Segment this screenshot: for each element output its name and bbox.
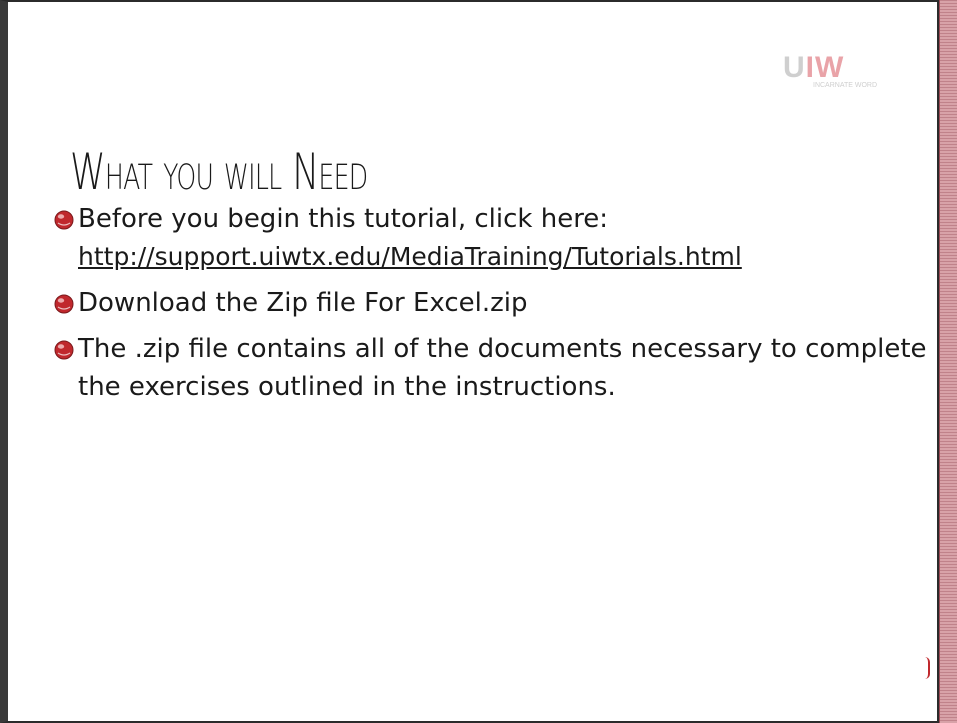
tutorials-link[interactable]: http://support.uiwtx.edu/MediaTraining/T… <box>78 238 742 276</box>
logo-mark-light: U <box>783 51 806 84</box>
sphere-bullet-icon <box>54 210 74 230</box>
logo-subtext: INCARNATE WORD <box>813 82 878 89</box>
bullet-item: Download the Zip file For Excel.zip <box>54 284 934 322</box>
logo-mark: UIW <box>783 53 844 83</box>
bullet-text: Download the Zip file For Excel.zip <box>78 288 528 318</box>
bullet-text: The .zip file contains all of the docume… <box>78 334 927 402</box>
logo-mark-accent: IW <box>805 51 845 84</box>
bullet-text: Before you begin this tutorial, click he… <box>78 204 609 234</box>
slide: UIW INCARNATE WORD What you will Need Be… <box>0 0 957 723</box>
corner-mark <box>925 657 930 679</box>
sphere-bullet-icon <box>54 340 74 360</box>
bullet-list: Before you begin this tutorial, click he… <box>54 200 934 414</box>
sphere-bullet-icon <box>54 294 74 314</box>
slide-title: What you will Need <box>70 143 368 201</box>
uiw-logo: UIW INCARNATE WORD <box>783 49 923 97</box>
right-edge-strip <box>939 0 957 723</box>
bullet-item: Before you begin this tutorial, click he… <box>54 200 934 276</box>
bullet-item: The .zip file contains all of the docume… <box>54 330 934 406</box>
